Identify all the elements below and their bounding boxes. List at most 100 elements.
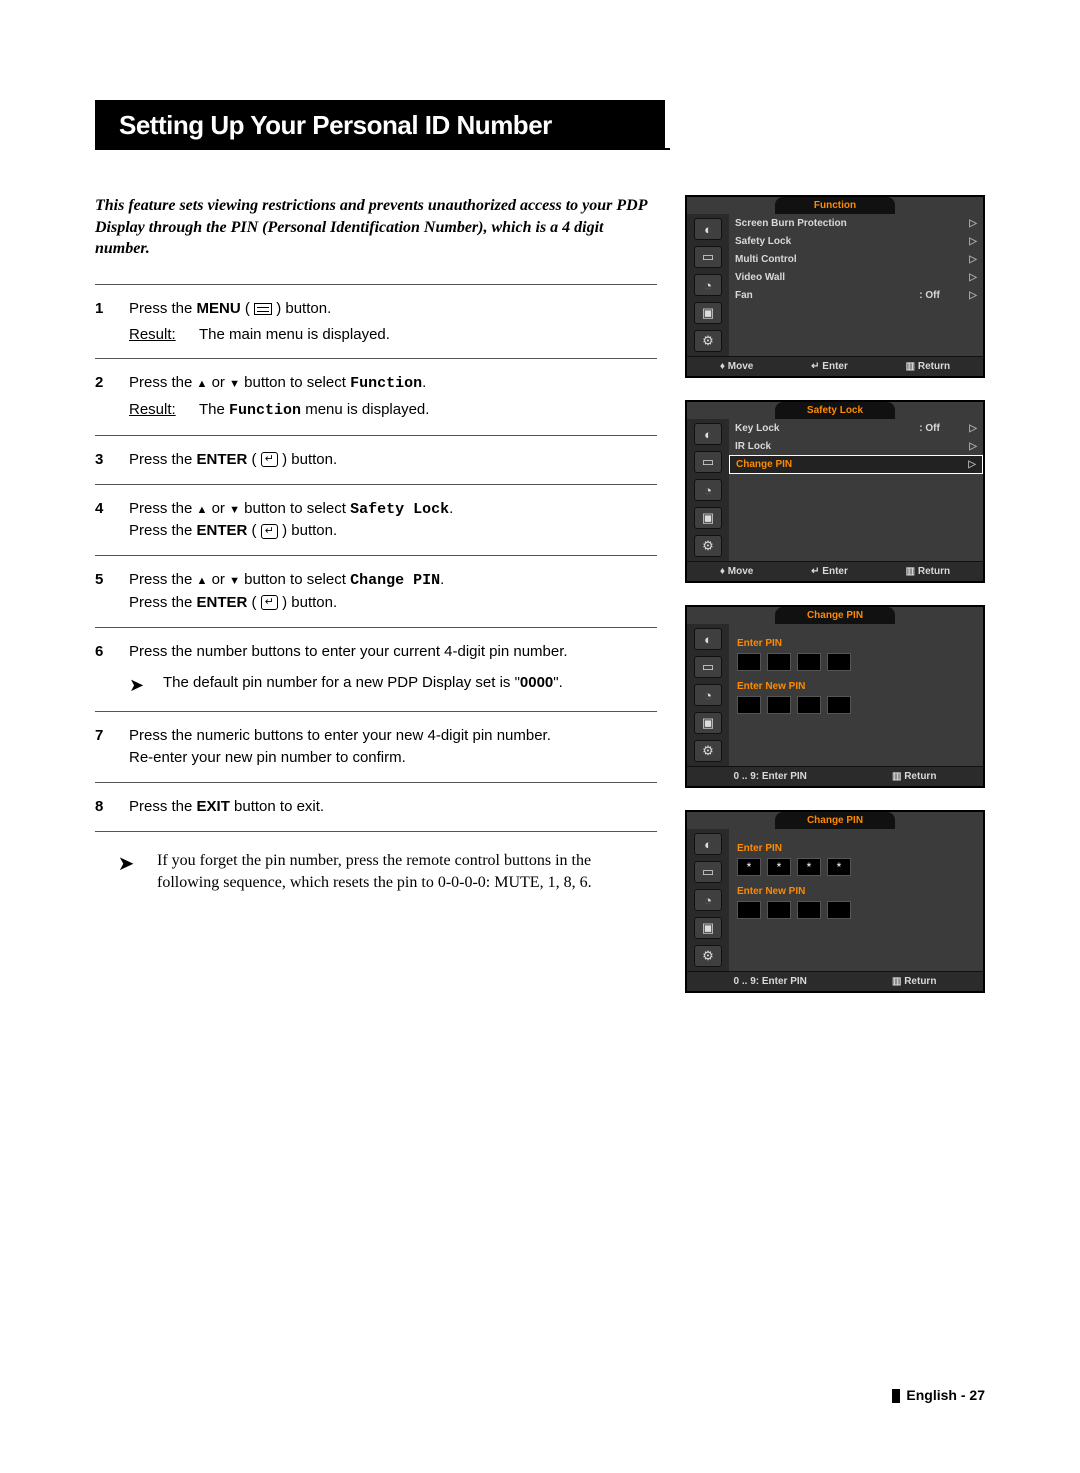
- result-text: The Function menu is displayed.: [199, 399, 429, 422]
- osd-pin-area: Enter PIN Enter New PIN: [729, 624, 983, 766]
- title-rule: [95, 148, 670, 150]
- t: Press the: [129, 451, 197, 468]
- pin-digit[interactable]: [827, 653, 851, 671]
- page: Setting Up Your Personal ID Number This …: [95, 100, 985, 1015]
- pin-digit[interactable]: [737, 901, 761, 919]
- pin-digit[interactable]: [797, 901, 821, 919]
- osd-row[interactable]: Safety Lock▷: [729, 232, 983, 250]
- chevron-right-icon: ▷: [969, 236, 977, 247]
- pin-digit[interactable]: [797, 696, 821, 714]
- t: Return: [918, 361, 950, 372]
- step-text: Press the or button to select Change PIN…: [129, 569, 657, 614]
- enter-pin-boxes[interactable]: [729, 651, 983, 679]
- t: Re-enter your new pin number to confirm.: [129, 749, 406, 766]
- osd-row[interactable]: Multi Control▷: [729, 250, 983, 268]
- pin-digit[interactable]: [767, 653, 791, 671]
- osd-row[interactable]: Fan: Off▷: [729, 286, 983, 304]
- osd-title: Change PIN: [775, 607, 895, 624]
- t: ) button.: [278, 594, 337, 611]
- osd-row[interactable]: Video Wall▷: [729, 268, 983, 286]
- columns: This feature sets viewing restrictions a…: [95, 195, 985, 1015]
- row-label: Multi Control: [735, 254, 919, 265]
- up-arrow-icon: [197, 374, 208, 391]
- new-pin-boxes[interactable]: [729, 694, 983, 722]
- down-arrow-icon: [229, 500, 240, 517]
- pin-digit[interactable]: [827, 901, 851, 919]
- pin-digit[interactable]: [797, 653, 821, 671]
- sound-icon: ▭: [694, 451, 722, 473]
- osd-row[interactable]: Screen Burn Protection▷: [729, 214, 983, 232]
- osd-safety-lock: Safety Lock ◐ ▭ ◔ ▣ ⚙ Key Lock: Off▷ IR …: [685, 400, 985, 583]
- row-label: Screen Burn Protection: [735, 218, 919, 229]
- step-number: 4: [95, 498, 129, 543]
- intro-text: This feature sets viewing restrictions a…: [95, 195, 657, 260]
- enter-pin-label: Enter PIN: [729, 841, 983, 856]
- pin-digit[interactable]: *: [797, 858, 821, 876]
- t: button to select: [240, 500, 350, 517]
- right-column: Function ◐ ▭ ◔ ▣ ⚙ Screen Burn Protectio…: [685, 195, 985, 1015]
- divider: [95, 358, 657, 359]
- enter-pin-hint: 0 .. 9: Enter PIN: [734, 976, 807, 987]
- timer-icon: ◔: [694, 684, 722, 706]
- enter-hint: ↵ Enter: [811, 566, 848, 577]
- step-1: 1 Press the MENU ( ) button. Result: The…: [95, 293, 657, 351]
- setup-icon: ▣: [694, 917, 722, 939]
- t: .: [422, 374, 426, 391]
- step-number: 5: [95, 569, 129, 614]
- osd-iconbar: ◐ ▭ ◔ ▣ ⚙: [687, 624, 729, 766]
- down-arrow-icon: [229, 571, 240, 588]
- pin-digit[interactable]: *: [827, 858, 851, 876]
- result-label: Result:: [129, 324, 199, 346]
- pin-digit[interactable]: *: [767, 858, 791, 876]
- t: .: [449, 500, 453, 517]
- pin-digit[interactable]: *: [737, 858, 761, 876]
- pointer-icon: ➤: [95, 850, 157, 895]
- t: (: [241, 300, 254, 317]
- pin-digit[interactable]: [767, 901, 791, 919]
- step-text: Press the MENU ( ) button. Result: The m…: [129, 298, 657, 346]
- osd-iconbar: ◐ ▭ ◔ ▣ ⚙: [687, 829, 729, 971]
- pin-digit[interactable]: [737, 653, 761, 671]
- pin-digit[interactable]: [737, 696, 761, 714]
- t: ".: [553, 674, 563, 691]
- enter-new-pin-label: Enter New PIN: [729, 679, 983, 694]
- step-3: 3 Press the ENTER ( ↵ ) button.: [95, 444, 657, 476]
- divider: [95, 711, 657, 712]
- t: Return: [904, 976, 936, 987]
- pin-digit[interactable]: [827, 696, 851, 714]
- step-number: 1: [95, 298, 129, 346]
- t: Return: [904, 771, 936, 782]
- t: Change PIN: [350, 572, 440, 589]
- pointer-icon: ➤: [129, 672, 163, 698]
- pin-digit[interactable]: [767, 696, 791, 714]
- up-arrow-icon: [197, 571, 208, 588]
- return-hint: ▥ Return: [906, 361, 950, 372]
- result-text: The main menu is displayed.: [199, 324, 390, 346]
- new-pin-boxes[interactable]: [729, 899, 983, 927]
- enter-icon: ↵: [261, 524, 278, 539]
- return-hint: ▥ Return: [892, 771, 936, 782]
- osd-row-selected[interactable]: Change PIN▷: [729, 455, 983, 474]
- note-6: ➤ The default pin number for a new PDP D…: [95, 667, 657, 703]
- t: Enter: [822, 566, 848, 577]
- divider: [95, 782, 657, 783]
- enter-hint: ↵ Enter: [811, 361, 848, 372]
- t: Press the: [129, 798, 197, 815]
- t: Press the: [129, 374, 197, 391]
- t: Press the: [129, 522, 197, 539]
- step-text: Press the or button to select Function. …: [129, 372, 657, 422]
- osd-row[interactable]: IR Lock▷: [729, 437, 983, 455]
- t: Move: [728, 361, 754, 372]
- osd-row[interactable]: Key Lock: Off▷: [729, 419, 983, 437]
- step-text: Press the number buttons to enter your c…: [129, 641, 657, 663]
- t: ) button.: [278, 522, 337, 539]
- t: EXIT: [197, 798, 230, 815]
- down-arrow-icon: [229, 374, 240, 391]
- timer-icon: ◔: [694, 889, 722, 911]
- sound-icon: ▭: [694, 246, 722, 268]
- chevron-right-icon: ▷: [968, 459, 976, 470]
- enter-pin-boxes[interactable]: * * * *: [729, 856, 983, 884]
- return-hint: ▥ Return: [906, 566, 950, 577]
- move-hint: ♦ Move: [720, 566, 753, 577]
- osd-change-pin-filled: Change PIN ◐ ▭ ◔ ▣ ⚙ Enter PIN *: [685, 810, 985, 993]
